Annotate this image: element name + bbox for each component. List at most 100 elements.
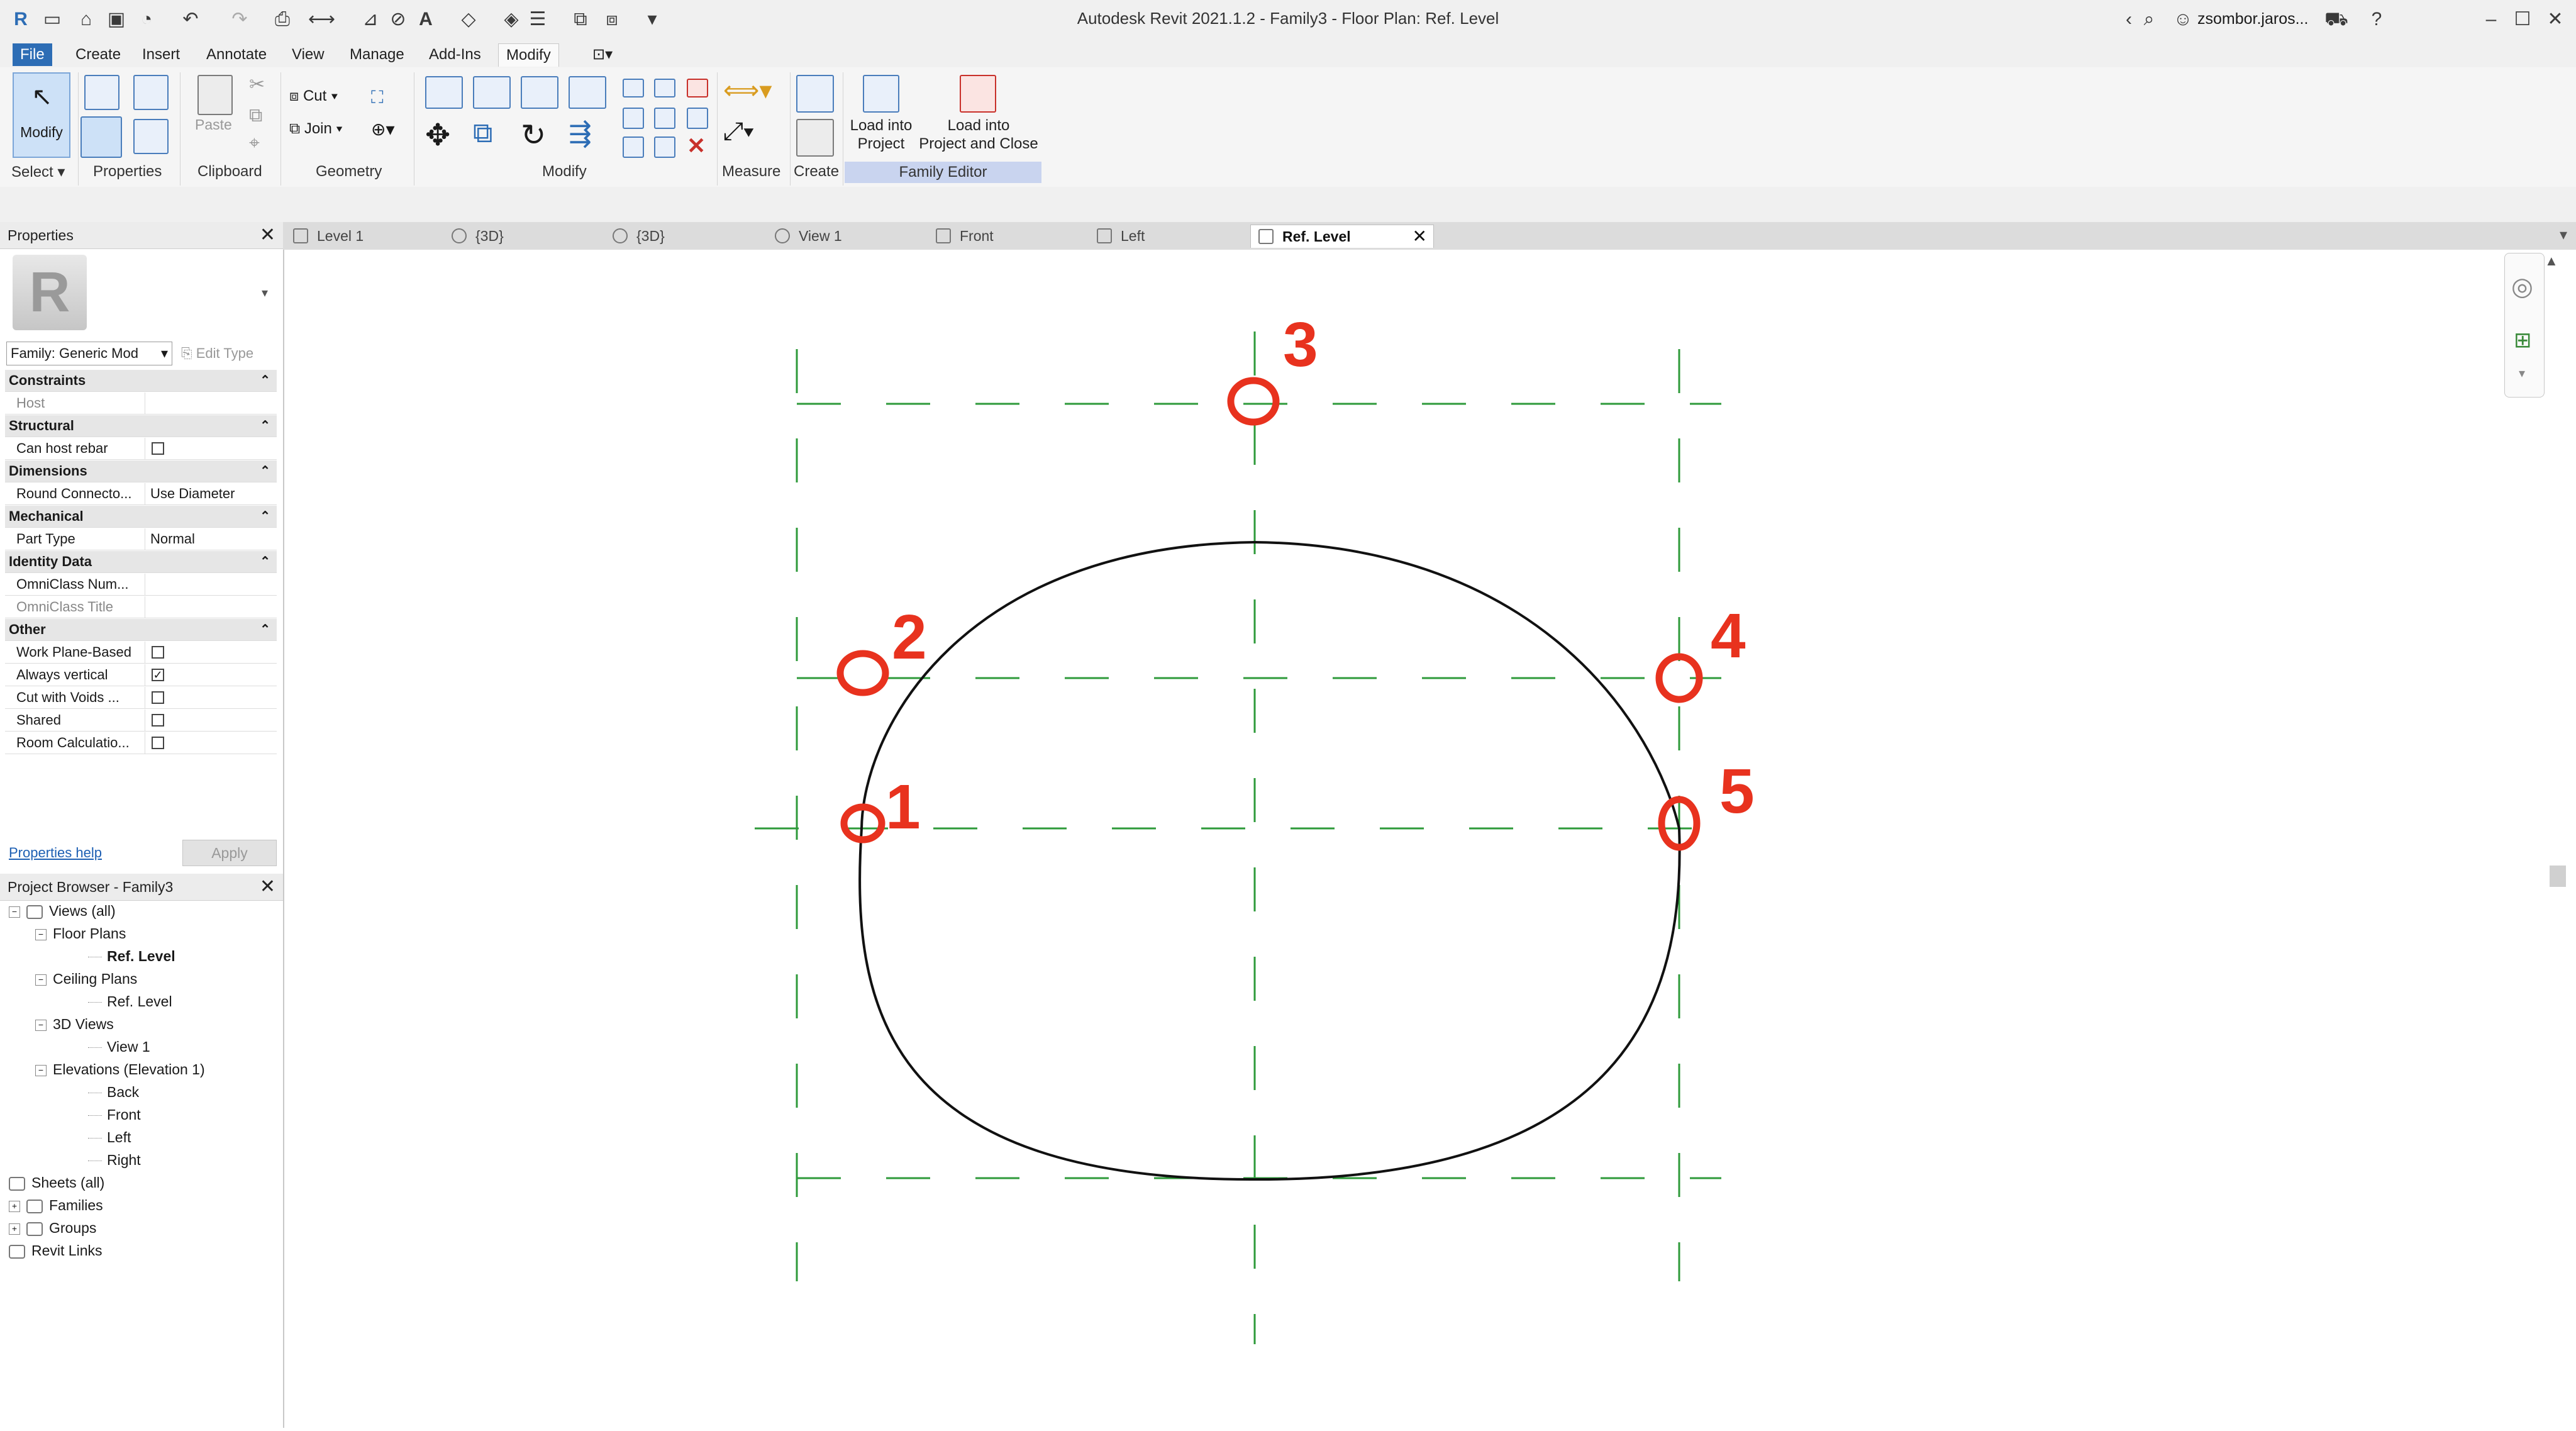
mirror-pick-axis-icon[interactable] (521, 76, 558, 109)
join-geometry-button[interactable]: ⧉ Join ▾ (289, 120, 343, 138)
tab-overflow-icon[interactable]: ▾ (2560, 226, 2567, 244)
family-type-selector[interactable]: Family: Generic Mod ▾ (6, 342, 172, 365)
properties-help-link[interactable]: Properties help (9, 845, 102, 861)
view-tab-left[interactable]: Left (1089, 225, 1246, 247)
collapse-icon[interactable]: − (35, 1064, 47, 1076)
view-tab-3d-2[interactable]: {3D} (605, 225, 762, 247)
load-into-project-and-close-button[interactable]: Load into Project and Close (917, 116, 1040, 153)
family-types-icon[interactable] (133, 75, 169, 110)
view-tab-front[interactable]: Front (928, 225, 1085, 247)
split-face-icon[interactable]: ⊕▾ (371, 119, 395, 140)
collapse-icon[interactable]: − (35, 928, 47, 940)
collapse-icon[interactable]: − (35, 974, 47, 986)
profile-curve[interactable] (858, 540, 1681, 1181)
load-into-project-button[interactable]: Load into Project (847, 116, 916, 153)
cut-geometry-button[interactable]: ⧈ Cut ▾ (289, 87, 338, 105)
property-row[interactable]: Can host rebar (5, 438, 277, 460)
mirror-draw-axis-icon[interactable] (569, 76, 606, 109)
trim-single-icon[interactable] (654, 136, 675, 158)
collapse-chevron-icon[interactable]: ⌃ (260, 370, 270, 391)
collapse-icon[interactable]: − (9, 906, 20, 918)
property-category[interactable]: Constraints ⌃ (5, 370, 277, 392)
tab-file[interactable]: File (13, 43, 52, 66)
browser-item[interactable]: Back (88, 1083, 139, 1101)
browser-item[interactable]: Ref. Level (88, 992, 172, 1011)
property-value[interactable]: ✓ (145, 664, 277, 686)
checkbox-icon[interactable] (152, 646, 164, 659)
type-selector-dropdown-icon[interactable]: ▾ (262, 285, 268, 301)
browser-item[interactable]: + Families (9, 1196, 103, 1215)
align-icon[interactable] (425, 76, 463, 109)
property-value[interactable] (145, 687, 277, 708)
pin-icon[interactable] (687, 108, 708, 129)
help-icon[interactable]: ? (2365, 8, 2389, 31)
cut-clipboard-icon[interactable]: ✂ (249, 74, 265, 96)
zoom-region-icon[interactable]: ⊞ (2514, 328, 2532, 353)
paste-icon[interactable] (197, 75, 233, 115)
select-panel-label[interactable]: Select ▾ (11, 163, 65, 181)
checkbox-icon[interactable] (152, 737, 164, 749)
close-tab-icon[interactable]: ✕ (1413, 225, 1427, 248)
split-element-icon[interactable] (623, 79, 644, 97)
property-value[interactable]: Normal (145, 528, 277, 550)
property-category[interactable]: Mechanical ⌃ (5, 506, 277, 528)
property-row[interactable]: Always vertical ✓ (5, 664, 277, 686)
binoculars-icon[interactable]: ⌕ (2137, 8, 2161, 31)
match-properties-icon[interactable]: ⌖ (249, 133, 260, 154)
collapse-chevron-icon[interactable]: ⌃ (260, 460, 270, 482)
offset-icon[interactable] (473, 76, 511, 109)
rotate-icon[interactable]: ↻ (521, 118, 546, 153)
tab-annotate[interactable]: Annotate (199, 43, 274, 66)
collapse-chevron-icon[interactable]: ⌃ (260, 415, 270, 437)
browser-item[interactable]: − Elevations (Elevation 1) (35, 1060, 205, 1079)
browser-item[interactable]: − Floor Plans (35, 924, 126, 943)
property-value[interactable] (145, 574, 277, 595)
checkbox-checked-icon[interactable]: ✓ (152, 669, 164, 681)
copy-icon[interactable]: ⧉ (249, 105, 262, 126)
property-row[interactable]: Cut with Voids ... (5, 687, 277, 709)
view-tab-ref-level[interactable]: Ref. Level ✕ (1250, 225, 1434, 248)
checkbox-icon[interactable] (152, 691, 164, 704)
browser-item[interactable]: Left (88, 1128, 131, 1147)
steering-wheel-icon[interactable]: ◎ (2511, 272, 2533, 301)
user-name[interactable]: zsombor.jaros... (2197, 10, 2308, 28)
browser-item[interactable]: − Views (all) (9, 901, 116, 920)
checkbox-icon[interactable] (152, 442, 164, 455)
property-value[interactable] (145, 393, 277, 414)
collapse-chevron-icon[interactable]: ⌃ (260, 551, 270, 572)
browser-item[interactable]: Right (88, 1150, 141, 1169)
minimize-icon[interactable]: – (2479, 8, 2503, 31)
unpin-icon[interactable] (687, 79, 708, 97)
paste-label[interactable]: Paste (195, 116, 232, 133)
modify-button[interactable]: ↖ Modify (13, 72, 70, 158)
property-value[interactable] (145, 710, 277, 731)
property-row[interactable]: Work Plane-Based (5, 642, 277, 664)
create-assembly-icon[interactable] (796, 75, 834, 113)
properties-icon[interactable] (80, 116, 122, 158)
tab-insert[interactable]: Insert (135, 43, 187, 66)
dimension-tool-icon[interactable]: ⤢▾ (723, 118, 754, 146)
tab-add-ins[interactable]: Add-Ins (421, 43, 489, 66)
property-category[interactable]: Structural ⌃ (5, 415, 277, 437)
property-row[interactable]: OmniClass Title (5, 596, 277, 618)
property-row[interactable]: Part Type Normal (5, 528, 277, 550)
checkbox-icon[interactable] (152, 714, 164, 727)
copy-element-icon[interactable]: ⧉ (473, 118, 492, 149)
collapse-chevron-icon[interactable]: ⌃ (260, 506, 270, 527)
delete-icon[interactable]: ✕ (687, 133, 706, 159)
view-tab-3d-1[interactable]: {3D} (444, 225, 601, 247)
cart-icon[interactable]: ⛟ (2324, 8, 2348, 31)
collapse-icon[interactable]: − (35, 1019, 47, 1031)
zoom-dropdown-icon[interactable]: ▾ (2519, 365, 2525, 381)
load-into-project-close-icon[interactable] (960, 75, 996, 113)
view-tab-level-1[interactable]: Level 1 (286, 225, 443, 247)
drawing-canvas[interactable]: 1 2 3 4 5 (284, 250, 2576, 1428)
browser-item[interactable]: − Ceiling Plans (35, 969, 137, 988)
vertical-scrollbar-thumb[interactable] (2550, 866, 2566, 887)
property-value[interactable] (145, 438, 277, 459)
property-row[interactable]: Room Calculatio... (5, 732, 277, 754)
property-category[interactable]: Identity Data ⌃ (5, 551, 277, 573)
scroll-up-icon[interactable]: ▲ (2545, 253, 2558, 269)
property-value[interactable]: Use Diameter (145, 483, 277, 504)
browser-item[interactable]: −3D Views (35, 1015, 114, 1033)
